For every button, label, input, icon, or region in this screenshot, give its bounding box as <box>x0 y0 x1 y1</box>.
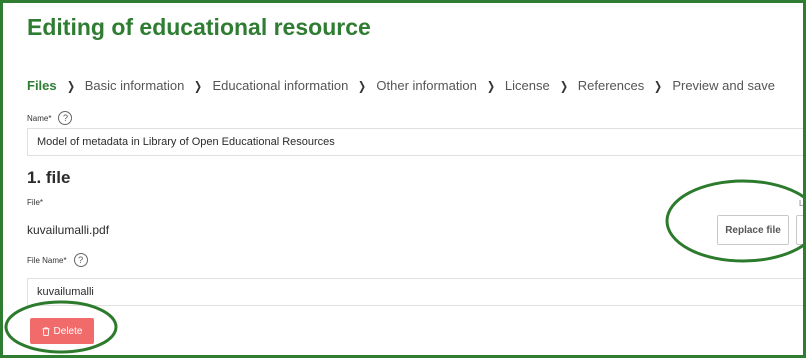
step-references[interactable]: References <box>578 78 644 93</box>
replace-file-button[interactable]: Replace file <box>717 215 789 245</box>
step-license[interactable]: License <box>505 78 550 93</box>
name-input[interactable] <box>27 128 803 156</box>
file-name-field-label: File Name* ? <box>27 253 88 267</box>
step-files[interactable]: Files <box>27 78 57 93</box>
chevron-right-icon: ❯ <box>358 78 367 93</box>
file-name-label-text: File Name* <box>27 255 67 265</box>
name-label-text: Name* <box>27 113 52 123</box>
chevron-right-icon: ❯ <box>486 78 495 93</box>
page-title: Editing of educational resource <box>27 14 371 40</box>
step-basic-information[interactable]: Basic information <box>85 78 185 93</box>
file-section-heading: 1. file <box>27 168 71 187</box>
file-field-label: File* <box>27 198 43 207</box>
delete-button[interactable]: Delete <box>30 318 94 344</box>
help-icon[interactable]: ? <box>58 111 73 125</box>
trash-icon <box>42 326 50 336</box>
delete-label: Delete <box>53 325 83 337</box>
wizard-steps: Files ❯ Basic information ❯ Educational … <box>27 78 775 93</box>
editor-panel: Editing of educational resource Files ❯ … <box>0 0 806 358</box>
help-icon[interactable]: ? <box>73 253 88 267</box>
chevron-right-icon: ❯ <box>66 78 75 93</box>
file-name-input[interactable] <box>27 278 803 306</box>
step-educational-information[interactable]: Educational information <box>212 78 348 93</box>
step-preview-and-save[interactable]: Preview and save <box>672 78 775 93</box>
chevron-right-icon: ❯ <box>654 78 663 93</box>
chevron-right-icon: ❯ <box>194 78 203 93</box>
step-other-information[interactable]: Other information <box>376 78 476 93</box>
cutoff-field-label: La <box>799 199 804 208</box>
chevron-right-icon: ❯ <box>559 78 568 93</box>
name-field-label: Name* ? <box>27 111 73 125</box>
cutoff-button[interactable]: S <box>796 215 803 245</box>
file-name-display: kuvailumalli.pdf <box>27 223 110 237</box>
file-label-text: File* <box>27 198 44 207</box>
